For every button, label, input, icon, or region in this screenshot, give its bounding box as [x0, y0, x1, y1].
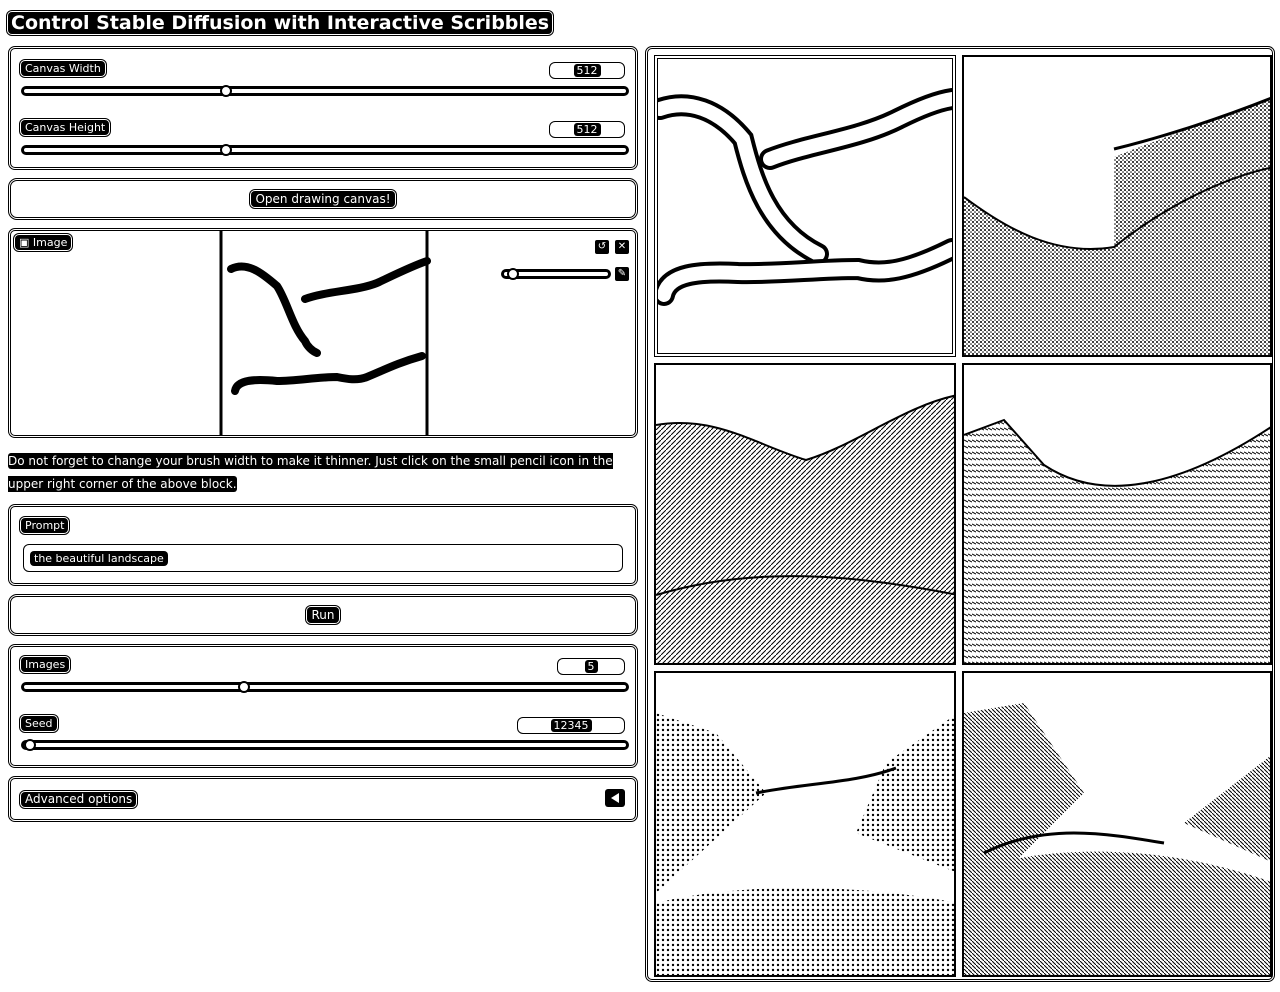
- canvas-height-slider[interactable]: [21, 145, 629, 155]
- canvas-height-number[interactable]: 512: [549, 121, 625, 138]
- seed-label: Seed: [21, 716, 57, 731]
- canvas-width-thumb[interactable]: [220, 85, 232, 97]
- images-slider[interactable]: [21, 682, 629, 692]
- output-gallery: [645, 46, 1275, 982]
- sketch-canvas[interactable]: [217, 231, 431, 435]
- open-drawing-canvas-button[interactable]: Open drawing canvas!: [8, 178, 638, 220]
- image-label: ▣ Image: [15, 235, 72, 250]
- run-button[interactable]: Run: [8, 594, 638, 636]
- gallery-item-landscape-4[interactable]: [654, 671, 956, 977]
- close-icon[interactable]: ✕: [615, 240, 629, 254]
- images-label: Images: [21, 657, 70, 672]
- brush-note: Do not forget to change your brush width…: [8, 453, 613, 492]
- advanced-options-label: Advanced options: [21, 792, 137, 807]
- app-title: Control Stable Diffusion with Interactiv…: [8, 11, 553, 35]
- canvas-size-panel: Canvas Width 512 Canvas Height 512: [8, 46, 638, 170]
- advanced-options-accordion[interactable]: Advanced options: [8, 776, 638, 822]
- undo-icon[interactable]: ↺: [595, 240, 609, 254]
- gallery-item-landscape-5[interactable]: [962, 671, 1272, 977]
- canvas-width-slider[interactable]: [21, 86, 629, 96]
- image-sketch-panel: ▣ Image ↺ ✕ ✎: [8, 228, 638, 438]
- gallery-item-landscape-2[interactable]: [654, 363, 956, 665]
- prompt-input[interactable]: the beautiful landscape: [23, 544, 623, 572]
- image-icon: ▣: [19, 236, 33, 249]
- triangle-left-icon[interactable]: [605, 789, 625, 807]
- gallery-item-landscape-3[interactable]: [962, 363, 1272, 665]
- canvas-height-thumb[interactable]: [220, 144, 232, 156]
- images-number[interactable]: 5: [557, 658, 625, 675]
- images-thumb[interactable]: [238, 681, 250, 693]
- generation-settings-panel: Images 5 Seed 12345: [8, 644, 638, 768]
- gallery-item-scribble[interactable]: [654, 55, 956, 357]
- canvas-height-label: Canvas Height: [21, 120, 110, 135]
- gallery-item-landscape-1[interactable]: [962, 55, 1272, 357]
- canvas-width-number[interactable]: 512: [549, 62, 625, 79]
- seed-number[interactable]: 12345: [517, 717, 625, 734]
- canvas-width-label: Canvas Width: [21, 61, 105, 76]
- seed-slider[interactable]: [21, 740, 629, 750]
- brush-width-thumb[interactable]: [507, 268, 519, 280]
- pencil-icon[interactable]: ✎: [615, 267, 629, 281]
- prompt-panel: Prompt the beautiful landscape: [8, 504, 638, 586]
- prompt-label: Prompt: [21, 518, 69, 533]
- seed-thumb[interactable]: [24, 739, 36, 751]
